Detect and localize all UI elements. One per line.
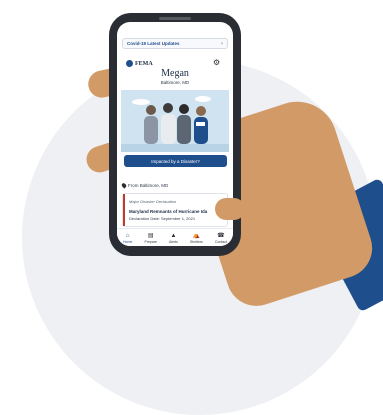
profile-name: Megan [161, 68, 189, 79]
declaration-type: Major Disaster Declaration [129, 199, 177, 204]
agency-name: FEMA [135, 60, 153, 67]
nav-alerts-label: Alerts [168, 239, 178, 244]
chevron-right-icon: › [221, 40, 223, 47]
nav-home[interactable]: ⌂ Home [123, 233, 132, 244]
alerts-icon: ▲ [170, 232, 177, 239]
bottom-nav: ⌂ Home ▤ Prepare ▲ Alerts ⛺ Shelters ☎ C… [117, 228, 233, 246]
nav-home-label: Home [123, 239, 133, 244]
profile-location: Baltimore, MD [160, 80, 190, 85]
location-pin-icon [120, 182, 128, 189]
disaster-declaration-card[interactable]: Major Disaster Declaration Maryland Remn… [122, 193, 228, 227]
fema-logo: FEMA [126, 60, 153, 67]
card-accent-bar [123, 194, 125, 226]
nav-shelters[interactable]: ⛺ Shelters [190, 233, 203, 244]
nav-contact[interactable]: ☎ Contact [215, 233, 227, 244]
phone-speaker [159, 17, 191, 20]
community-illustration [121, 90, 229, 152]
impacted-by-disaster-button[interactable]: Impacted by a Disaster? [124, 155, 227, 167]
nav-prepare[interactable]: ▤ Prepare [144, 233, 156, 244]
fingertip [215, 198, 245, 220]
home-icon: ⌂ [125, 232, 130, 239]
declaration-date: Declaration Date: September 1, 2021 [129, 216, 196, 221]
nav-alerts[interactable]: ▲ Alerts [169, 233, 178, 244]
declaration-title: Maryland Remnants of Hurricane Ida [129, 209, 208, 214]
dhs-seal-icon [126, 60, 133, 67]
nav-contact-label: Contact [214, 239, 227, 244]
nav-prepare-label: Prepare [144, 239, 157, 244]
contact-icon: ☎ [217, 232, 225, 239]
location-row-label: From Baltimore, MD [128, 183, 169, 188]
gear-icon[interactable]: ⚙ [213, 59, 220, 67]
shelters-icon: ⛺ [192, 232, 201, 239]
location-row[interactable]: From Baltimore, MD [120, 182, 169, 189]
covid-updates-banner[interactable]: Covid-19 Latest Updates › [122, 38, 228, 49]
prepare-icon: ▤ [147, 232, 154, 239]
nav-shelters-label: Shelters [189, 239, 203, 244]
covid-updates-label: Covid-19 Latest Updates [127, 41, 180, 46]
